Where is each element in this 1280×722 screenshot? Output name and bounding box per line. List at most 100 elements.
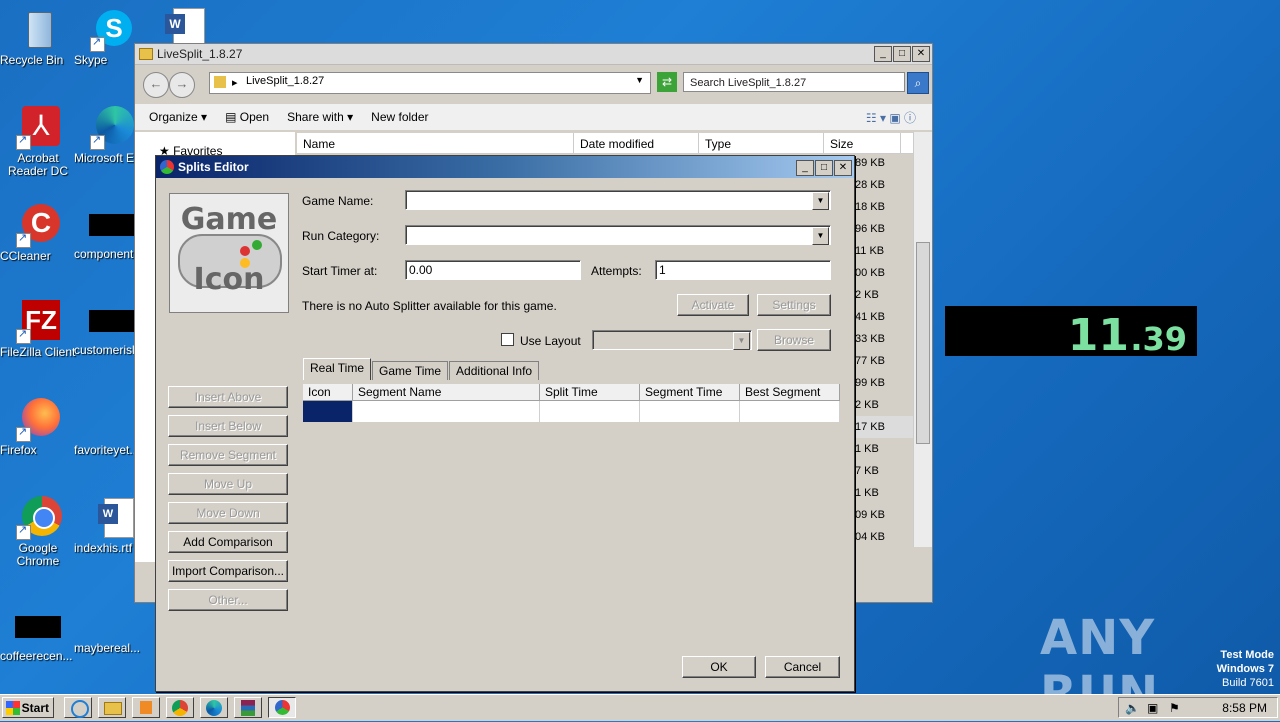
ok-button[interactable]: OK — [682, 656, 756, 678]
share-with-menu[interactable]: Share with ▾ — [287, 110, 353, 124]
desktop-icon-acrobat[interactable]: ⅄ Acrobat Reader DC — [0, 106, 76, 178]
move-up-button[interactable]: Move Up — [168, 473, 288, 495]
file-size-cell[interactable]: 2 KB — [853, 284, 913, 306]
grid-header-icon[interactable]: Icon — [303, 384, 353, 400]
chevron-down-icon[interactable]: ▼ — [635, 75, 644, 85]
start-timer-input[interactable]: 0.00 — [405, 260, 581, 280]
game-icon-placeholder[interactable]: Game Icon — [169, 193, 289, 313]
close-button[interactable]: ✕ — [912, 46, 930, 62]
forward-arrow-icon[interactable]: → — [169, 72, 195, 98]
word-document-icon[interactable]: W — [165, 8, 209, 46]
grid-header-split-time[interactable]: Split Time — [540, 384, 640, 400]
import-comparison-button[interactable]: Import Comparison... — [168, 560, 288, 582]
file-size-cell[interactable]: 89 KB — [853, 152, 913, 174]
back-arrow-icon[interactable]: ← — [143, 72, 169, 98]
segment-time-cell[interactable] — [640, 401, 740, 422]
clock[interactable]: 8:58 PM — [1222, 701, 1267, 715]
file-size-cell[interactable]: 33 KB — [853, 328, 913, 350]
other-button[interactable]: Other... — [168, 589, 288, 611]
explorer-titlebar[interactable]: LiveSplit_1.8.27 — [135, 44, 932, 65]
split-time-cell[interactable] — [540, 401, 640, 422]
file-size-cell[interactable]: 1 KB — [853, 482, 913, 504]
desktop-icon-firefox[interactable]: Firefox — [0, 398, 76, 457]
column-size[interactable]: Size — [824, 133, 901, 153]
file-size-cell[interactable]: 17 KB — [853, 416, 913, 438]
edge-icon[interactable] — [200, 697, 228, 718]
close-button[interactable]: ✕ — [834, 160, 852, 176]
refresh-icon[interactable]: ⇄ — [657, 72, 677, 92]
minimize-button[interactable]: _ — [874, 46, 892, 62]
remove-segment-button[interactable]: Remove Segment — [168, 444, 288, 466]
column-type[interactable]: Type — [699, 133, 824, 153]
insert-below-button[interactable]: Insert Below — [168, 415, 288, 437]
cancel-button[interactable]: Cancel — [765, 656, 840, 678]
scrollbar-thumb[interactable] — [916, 242, 930, 444]
desktop-icon-maybereal[interactable]: maybereal... — [74, 606, 150, 655]
organize-menu[interactable]: Organize ▾ — [149, 110, 207, 124]
table-row[interactable] — [303, 401, 840, 422]
splits-editor-titlebar[interactable]: Splits Editor — [156, 156, 854, 178]
file-size-cell[interactable]: 7 KB — [853, 460, 913, 482]
browse-button[interactable]: Browse — [757, 329, 831, 351]
open-button[interactable]: ▤ Open — [225, 110, 269, 124]
chevron-down-icon[interactable]: ▼ — [812, 227, 829, 245]
attempts-input[interactable]: 1 — [655, 260, 831, 280]
segment-icon-cell[interactable] — [303, 401, 353, 422]
column-date-modified[interactable]: Date modified — [574, 133, 699, 153]
file-size-cell[interactable]: 2 KB — [853, 394, 913, 416]
file-size-cell[interactable]: 41 KB — [853, 306, 913, 328]
file-explorer-icon[interactable] — [98, 697, 126, 718]
desktop-icon-coffeerecen[interactable]: coffeerecen... — [0, 606, 76, 663]
network-icon[interactable]: ▣ — [1147, 701, 1158, 715]
desktop-icon-recycle-bin[interactable]: Recycle Bin — [0, 8, 76, 67]
file-size-cell[interactable]: 11 KB — [853, 240, 913, 262]
layout-combobox[interactable]: ▼ — [592, 330, 752, 350]
grid-header-segment-time[interactable]: Segment Time — [640, 384, 740, 400]
column-name[interactable]: Name — [297, 133, 574, 153]
chevron-down-icon[interactable]: ▼ — [812, 192, 829, 210]
livesplit-taskbar-icon[interactable] — [268, 697, 296, 718]
search-input[interactable]: Search LiveSplit_1.8.27 — [683, 72, 905, 92]
new-folder-button[interactable]: New folder — [371, 110, 428, 124]
media-player-icon[interactable] — [132, 697, 160, 718]
minimize-button[interactable]: _ — [796, 160, 814, 176]
desktop-icon-chrome[interactable]: Google Chrome — [0, 496, 76, 568]
file-size-cell[interactable]: 18 KB — [853, 196, 913, 218]
file-size-cell[interactable]: 96 KB — [853, 218, 913, 240]
move-down-button[interactable]: Move Down — [168, 502, 288, 524]
use-layout-checkbox[interactable] — [501, 333, 514, 346]
file-size-cell[interactable]: 1 KB — [853, 438, 913, 460]
search-icon[interactable]: ⌕ — [907, 72, 929, 94]
view-options-icon[interactable]: ☷ ▾ ▣ ⓘ — [866, 109, 916, 126]
game-name-combobox[interactable]: ▼ — [405, 190, 831, 210]
file-size-cell[interactable]: 04 KB — [853, 526, 913, 548]
tab-game-time[interactable]: Game Time — [372, 361, 449, 380]
address-bar[interactable]: ▸ LiveSplit_1.8.27 ▼ — [209, 72, 651, 94]
file-size-cell[interactable]: 00 KB — [853, 262, 913, 284]
grid-header-best-segment[interactable]: Best Segment — [740, 384, 840, 400]
volume-icon[interactable]: 🔈 — [1125, 701, 1140, 715]
internet-explorer-icon[interactable] — [64, 697, 92, 718]
insert-above-button[interactable]: Insert Above — [168, 386, 288, 408]
file-size-cell[interactable]: 28 KB — [853, 174, 913, 196]
tab-real-time[interactable]: Real Time — [303, 358, 372, 380]
chrome-icon[interactable] — [166, 697, 194, 718]
vertical-scrollbar[interactable] — [913, 132, 932, 547]
run-category-combobox[interactable]: ▼ — [405, 225, 831, 245]
activate-button[interactable]: Activate — [677, 294, 749, 316]
chevron-down-icon[interactable]: ▼ — [733, 332, 750, 350]
tab-additional-info[interactable]: Additional Info — [449, 361, 540, 380]
winrar-icon[interactable] — [234, 697, 262, 718]
file-size-cell[interactable]: 77 KB — [853, 350, 913, 372]
maximize-button[interactable]: □ — [815, 160, 833, 176]
settings-button[interactable]: Settings — [757, 294, 831, 316]
desktop-icon-ccleaner[interactable]: C CCleaner — [0, 204, 76, 263]
file-size-cell[interactable]: 99 KB — [853, 372, 913, 394]
desktop-icon-filezilla[interactable]: FZ FileZilla Client — [0, 300, 76, 359]
start-button[interactable]: Start — [2, 697, 54, 718]
best-segment-cell[interactable] — [740, 401, 840, 422]
file-size-cell[interactable]: 09 KB — [853, 504, 913, 526]
add-comparison-button[interactable]: Add Comparison — [168, 531, 288, 553]
action-center-flag-icon[interactable]: ⚑ — [1169, 701, 1180, 715]
grid-header-segment-name[interactable]: Segment Name — [353, 384, 540, 400]
